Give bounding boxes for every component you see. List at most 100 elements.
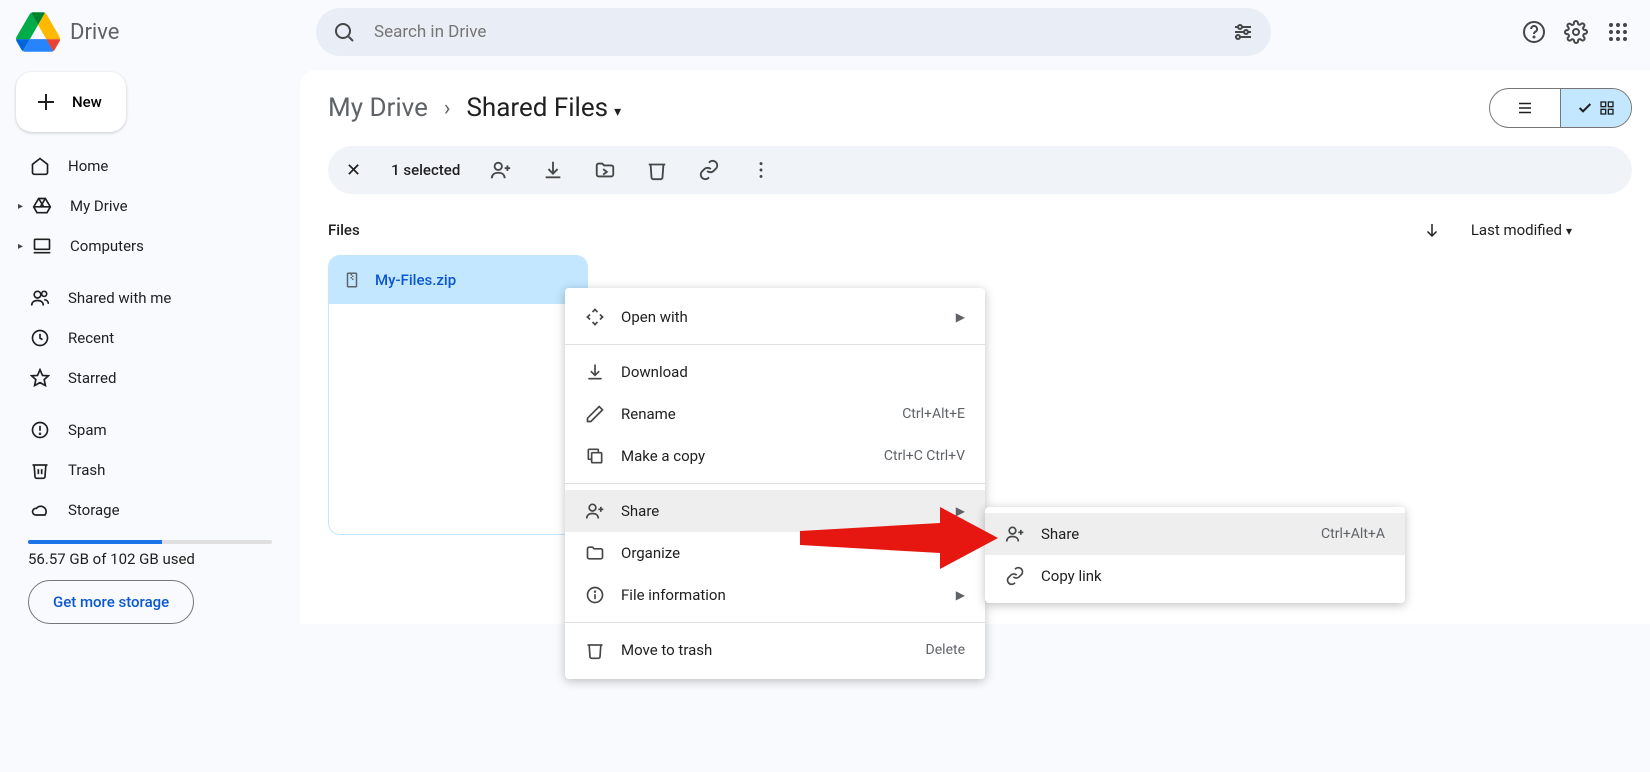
get-more-storage-button[interactable]: Get more storage bbox=[28, 580, 194, 624]
clear-selection-button[interactable]: ✕ bbox=[346, 160, 361, 181]
sidebar-item-trash[interactable]: Trash bbox=[12, 450, 284, 490]
sidebar-item-recent[interactable]: Recent bbox=[12, 318, 284, 358]
sidebar-item-label: Spam bbox=[68, 421, 107, 439]
breadcrumb: My Drive › Shared Files▾ bbox=[328, 93, 621, 123]
share-people-icon[interactable] bbox=[490, 159, 512, 181]
sidebar-item-label: Starred bbox=[68, 369, 116, 387]
breadcrumb-root[interactable]: My Drive bbox=[328, 93, 428, 123]
ctx-move-trash[interactable]: Move to trash Delete bbox=[565, 629, 985, 671]
shared-icon bbox=[28, 288, 52, 308]
chevron-right-icon: ▶ bbox=[956, 588, 965, 602]
home-icon bbox=[28, 156, 52, 176]
star-icon bbox=[28, 368, 52, 388]
sidebar-item-spam[interactable]: Spam bbox=[12, 410, 284, 450]
sidebar-item-label: My Drive bbox=[70, 197, 128, 215]
delete-icon[interactable] bbox=[646, 159, 668, 181]
drive-icon bbox=[30, 196, 54, 216]
sidebar-item-computers[interactable]: ▸ Computers bbox=[12, 226, 284, 266]
chevron-right-icon: › bbox=[444, 96, 451, 121]
copy-icon bbox=[585, 446, 613, 466]
more-icon[interactable] bbox=[750, 159, 772, 181]
cloud-icon bbox=[28, 500, 52, 520]
expand-icon[interactable]: ▸ bbox=[18, 201, 28, 212]
chevron-right-icon: ▶ bbox=[956, 546, 965, 560]
sidebar-item-label: Computers bbox=[70, 237, 144, 255]
folder-icon bbox=[585, 543, 613, 563]
ctx-make-copy[interactable]: Make a copy Ctrl+C Ctrl+V bbox=[565, 435, 985, 477]
submenu-copy-link[interactable]: Copy link bbox=[985, 555, 1405, 597]
clock-icon bbox=[28, 328, 52, 348]
new-button-label: New bbox=[72, 93, 102, 111]
storage-bar bbox=[28, 540, 272, 544]
file-name: My-Files.zip bbox=[375, 271, 456, 289]
grid-view-button[interactable] bbox=[1561, 89, 1631, 127]
zip-file-icon bbox=[343, 271, 361, 289]
submenu-share[interactable]: Share Ctrl+Alt+A bbox=[985, 513, 1405, 555]
ctx-file-info[interactable]: File information ▶ bbox=[565, 574, 985, 616]
section-title: Files bbox=[328, 221, 360, 239]
search-options-icon[interactable] bbox=[1231, 20, 1255, 44]
chevron-right-icon: ▶ bbox=[956, 310, 965, 324]
storage-text: 56.57 GB of 102 GB used bbox=[28, 550, 272, 568]
sidebar-item-label: Shared with me bbox=[68, 289, 171, 307]
sidebar-item-home[interactable]: Home bbox=[12, 146, 284, 186]
selection-count: 1 selected bbox=[391, 161, 460, 179]
new-button[interactable]: New bbox=[16, 72, 126, 132]
gear-icon[interactable] bbox=[1564, 20, 1588, 44]
ctx-organize[interactable]: Organize ▶ bbox=[565, 532, 985, 574]
file-preview bbox=[329, 304, 587, 534]
link-icon[interactable] bbox=[698, 159, 720, 181]
caret-down-icon: ▾ bbox=[1566, 224, 1572, 238]
search-input[interactable] bbox=[374, 22, 1231, 42]
sidebar-item-label: Storage bbox=[68, 501, 120, 519]
apps-grid-icon[interactable] bbox=[1606, 20, 1630, 44]
sidebar-item-shared[interactable]: Shared with me bbox=[12, 278, 284, 318]
share-submenu: Share Ctrl+Alt+A Copy link bbox=[985, 507, 1405, 603]
spam-icon bbox=[28, 420, 52, 440]
ctx-open-with[interactable]: Open with ▶ bbox=[565, 296, 985, 338]
sidebar: New Home ▸ My Drive ▸ Computers Shared w… bbox=[0, 64, 300, 624]
search-bar[interactable] bbox=[316, 8, 1271, 56]
move-to-icon[interactable] bbox=[594, 159, 616, 181]
download-icon bbox=[585, 362, 613, 382]
product-name: Drive bbox=[70, 20, 119, 45]
file-card[interactable]: My-Files.zip bbox=[328, 255, 588, 535]
sort-button[interactable]: Last modified ▾ bbox=[1471, 220, 1572, 239]
list-view-button[interactable] bbox=[1490, 89, 1560, 127]
sidebar-item-my-drive[interactable]: ▸ My Drive bbox=[12, 186, 284, 226]
context-menu: Open with ▶ Download Rename Ctrl+Alt+E M… bbox=[565, 288, 985, 679]
ctx-download[interactable]: Download bbox=[565, 351, 985, 393]
view-toggle bbox=[1489, 88, 1632, 128]
link-icon bbox=[1005, 566, 1033, 586]
plus-icon bbox=[34, 90, 58, 114]
caret-down-icon: ▾ bbox=[614, 104, 621, 120]
drive-logo-icon bbox=[16, 12, 60, 52]
check-icon bbox=[1577, 100, 1593, 116]
expand-icon[interactable]: ▸ bbox=[18, 241, 28, 252]
trash-icon bbox=[585, 640, 613, 660]
ctx-rename[interactable]: Rename Ctrl+Alt+E bbox=[565, 393, 985, 435]
sidebar-item-starred[interactable]: Starred bbox=[12, 358, 284, 398]
open-with-icon bbox=[585, 307, 613, 327]
selection-toolbar: ✕ 1 selected bbox=[328, 146, 1632, 194]
header-actions bbox=[1271, 20, 1634, 44]
breadcrumb-current[interactable]: Shared Files▾ bbox=[466, 93, 621, 123]
trash-icon bbox=[28, 460, 52, 480]
sidebar-item-label: Recent bbox=[68, 329, 114, 347]
sidebar-item-label: Home bbox=[68, 157, 108, 175]
share-person-icon bbox=[1005, 524, 1033, 544]
chevron-right-icon: ▶ bbox=[956, 504, 965, 518]
ctx-share[interactable]: Share ▶ bbox=[565, 490, 985, 532]
sidebar-item-storage[interactable]: Storage bbox=[12, 490, 284, 530]
info-icon bbox=[585, 585, 613, 605]
sort-arrow-icon[interactable] bbox=[1423, 221, 1441, 239]
logo-area[interactable]: Drive bbox=[16, 12, 316, 52]
help-icon[interactable] bbox=[1522, 20, 1546, 44]
computer-icon bbox=[30, 236, 54, 256]
rename-icon bbox=[585, 404, 613, 424]
download-icon[interactable] bbox=[542, 159, 564, 181]
search-icon bbox=[332, 20, 356, 44]
app-header: Drive bbox=[0, 0, 1650, 64]
share-person-icon bbox=[585, 501, 613, 521]
sidebar-item-label: Trash bbox=[68, 461, 105, 479]
